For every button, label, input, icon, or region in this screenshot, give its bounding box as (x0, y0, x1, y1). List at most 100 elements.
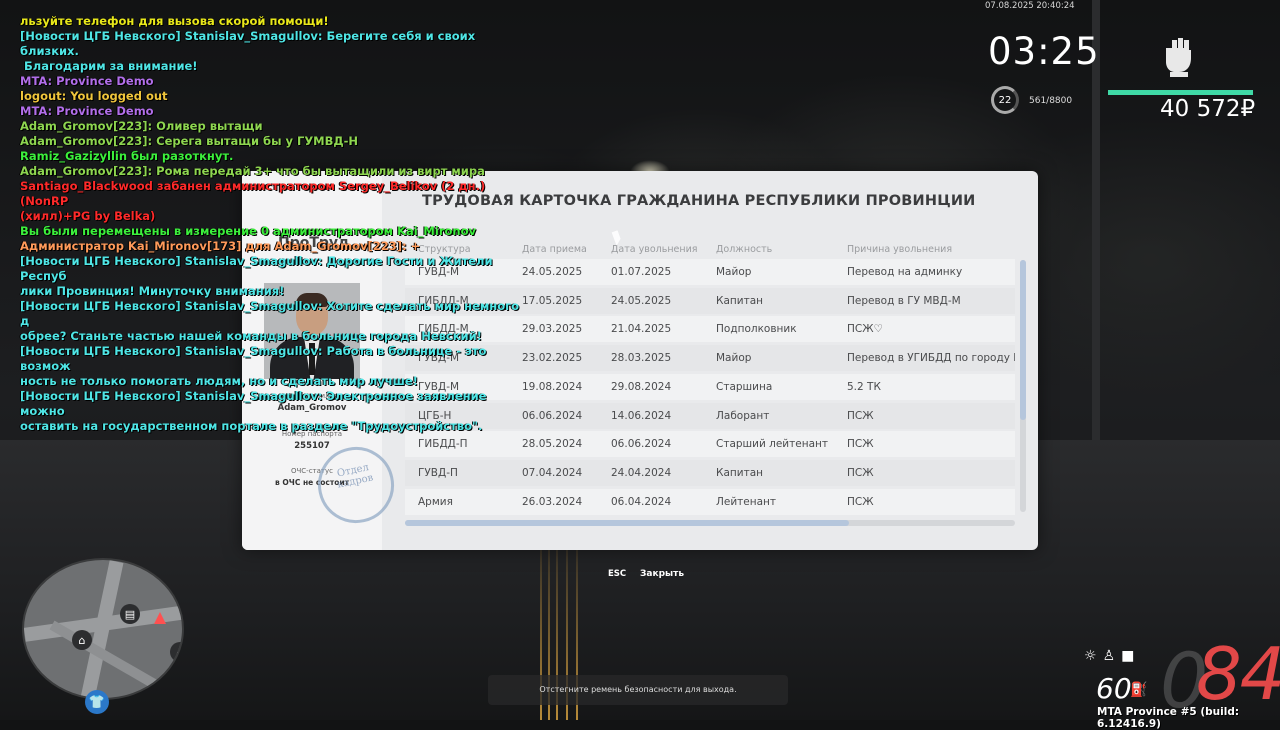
minimap[interactable]: ⌂ ▤ ⌂ (22, 558, 184, 700)
table-cell: Армия (418, 495, 453, 508)
table-cell: ПСЖ (847, 495, 874, 508)
table-cell: 06.04.2024 (611, 495, 672, 508)
table-cell: Подполковник (716, 323, 797, 336)
table-cell: 01.07.2025 (611, 266, 672, 278)
chat-line: льзуйте телефон для вызова скорой помощи… (20, 14, 329, 28)
table-cell: 29.03.2025 (522, 323, 583, 336)
chat-line: Santiago_Blackwood забанен администратор… (20, 179, 490, 208)
chat-line: [Новости ЦГБ Невского] Stanislav_Smagull… (20, 29, 480, 58)
speed-value: 84 (1196, 632, 1280, 716)
column-header: Должность (716, 244, 773, 255)
chat-line: (хилл)+PG by Belka) (20, 209, 156, 223)
table-cell: Майор (716, 266, 752, 278)
table-cell: ПСЖ (847, 438, 874, 451)
table-cell: 23.02.2025 (522, 352, 583, 365)
column-header: Причина увольнения (847, 244, 953, 255)
table-cell: ПСЖ♡ (847, 323, 883, 336)
headlight-icon: ☼ (1084, 648, 1103, 664)
vertical-scroll-thumb[interactable] (1020, 260, 1026, 420)
fist-icon (1166, 38, 1191, 77)
table-cell: 17.05.2025 (522, 294, 583, 307)
table-cell: 28.05.2024 (522, 438, 583, 451)
chat-log: льзуйте телефон для вызова скорой помощи… (20, 14, 520, 434)
table-cell: Старшина (716, 380, 773, 393)
chat-line: Вы были перемещены в измерение 0 админис… (20, 224, 476, 238)
chat-line: [Новости ЦГБ Невского] Stanislav_Smagull… (20, 299, 520, 328)
table-cell: 19.08.2024 (522, 380, 583, 393)
chat-line: Adam_Gromov[223]: Серега вытащи бы у ГУМ… (20, 134, 359, 148)
table-cell: 5.2 ТК (847, 380, 881, 393)
chat-line: Adam_Gromov[223]: Оливер вытащи (20, 119, 263, 133)
vertical-scrollbar[interactable] (1020, 260, 1026, 512)
table-cell: 06.06.2024 (522, 409, 583, 422)
table-cell: Лаборант (716, 409, 770, 422)
column-header: Дата приема (522, 244, 587, 255)
esc-key-hint[interactable]: ESC (608, 569, 626, 579)
money: 40 572₽ (1160, 96, 1256, 122)
chat-line: Благодарим за внимание! (20, 59, 198, 73)
hud-timestamp: 07.08.2025 20:40:24 (985, 1, 1075, 11)
table-row[interactable]: Армия 26.03.2024 06.04.2024 Лейтенант ПСЖ (405, 488, 1015, 515)
level-ring: 22 (991, 86, 1019, 114)
health-bar-fill (1108, 90, 1253, 95)
chat-line: оставить на государственном портале в ра… (20, 419, 483, 433)
table-row[interactable]: ГУВД-П 07.04.2024 24.04.2024 Капитан ПСЖ (405, 459, 1015, 486)
xp-counter: 561/8800 (1029, 96, 1073, 106)
seatbelt-icon: ♙ (1102, 648, 1122, 664)
table-row[interactable]: ГИБДД-П 28.05.2024 06.06.2024 Старший лейте… (405, 431, 1015, 458)
seatbelt-notice: Отстегните ремень безопасности для выход… (488, 675, 788, 705)
table-cell: 24.04.2024 (611, 466, 672, 479)
chat-line: [Новости ЦГБ Невского] Stanislav_Smagull… (20, 389, 491, 418)
house-icon: ⌂ (72, 630, 92, 650)
table-cell: 21.04.2025 (611, 323, 672, 336)
truck-icon: ▤ (120, 604, 140, 624)
horizontal-scroll-thumb[interactable] (405, 520, 849, 526)
shirt-icon: 👕 (85, 690, 109, 714)
chat-line: Ramiz_Gazizyllin был разоткнут. (20, 149, 234, 163)
close-button[interactable]: Закрыть (640, 569, 684, 579)
chat-line: Adam_Gromov[223]: Рома передай 3+ что бы… (20, 164, 485, 178)
table-cell: ГУВД-П (418, 466, 458, 479)
table-cell: 29.08.2024 (611, 380, 672, 393)
level-value: 22 (998, 94, 1012, 106)
player-marker-icon (154, 612, 166, 624)
table-cell: Лейтенант (716, 495, 777, 508)
table-cell: 28.03.2025 (611, 352, 672, 365)
chat-line: Администратор Kai_Mironov[173] для Adam_… (20, 239, 421, 253)
chat-line: MTA: Province Demo (20, 74, 154, 88)
chat-line: обрее? Станьте частью нашей команды в бо… (20, 329, 482, 343)
table-cell: Перевод в УГИБДД по городу Ми (847, 352, 1015, 365)
hr-stamp: Отдел кадров (310, 439, 402, 531)
chat-line: ность не только помогать людям, но и сде… (20, 374, 418, 388)
table-cell: Капитан (716, 294, 763, 307)
build-info: MTA Province #5 (build: 6.12416.9) (1097, 706, 1240, 730)
table-cell: Майор (716, 352, 752, 365)
fuel-value: 60 (1096, 672, 1132, 705)
table-cell: 14.06.2024 (611, 409, 672, 422)
vehicle-status-icons: ☼♙■ (1084, 648, 1140, 664)
column-header: Дата увольнения (611, 244, 698, 255)
table-cell: 26.03.2024 (522, 495, 583, 508)
health-bar (1108, 90, 1253, 95)
horizontal-scrollbar[interactable] (405, 520, 1015, 526)
table-cell: Капитан (716, 466, 763, 479)
house-icon: ⌂ (170, 642, 182, 662)
chat-line: logout: You logged out (20, 89, 168, 103)
chat-line: [Новости ЦГБ Невского] Stanislav_Smagull… (20, 254, 497, 283)
table-cell: 07.04.2024 (522, 466, 583, 479)
fuel-icon: ⛽ (1130, 682, 1148, 698)
chat-line: лики Провинция! Минуточку внимания! (20, 284, 285, 298)
engine-icon: ■ (1121, 648, 1141, 664)
table-cell: ПСЖ (847, 466, 874, 479)
chat-line: [Новости ЦГБ Невского] Stanislav_Smagull… (20, 344, 491, 373)
table-cell: ГИБДД-П (418, 438, 468, 451)
table-cell: 24.05.2025 (611, 294, 672, 307)
table-cell: 06.06.2024 (611, 438, 672, 451)
chat-line: MTA: Province Demo (20, 104, 154, 118)
table-cell: Перевод в ГУ МВД-М (847, 294, 961, 307)
table-cell: ПСЖ (847, 409, 874, 422)
table-cell: 24.05.2025 (522, 266, 583, 278)
table-cell: Старший лейтенант (716, 438, 828, 451)
hud-clock: 03:25 (988, 30, 1100, 73)
table-cell: Перевод на админку (847, 266, 963, 278)
